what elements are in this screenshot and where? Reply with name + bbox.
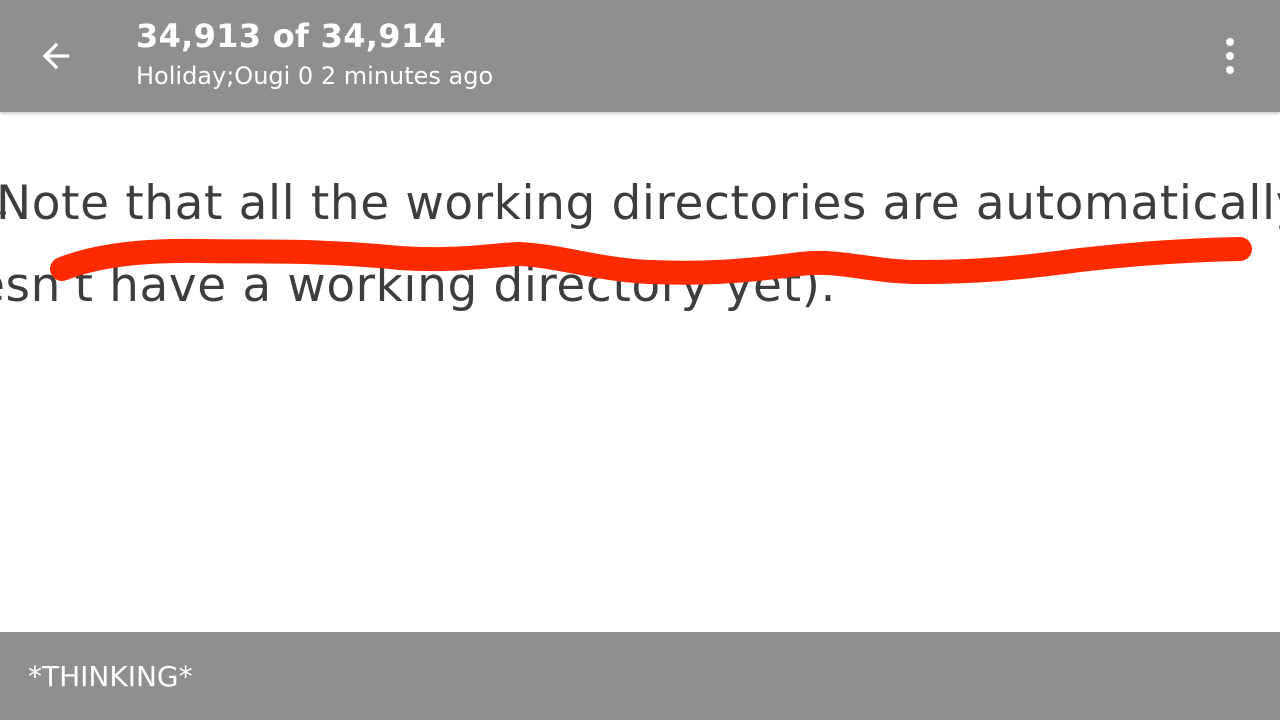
- page-subtitle: Holiday;Ougi 0 2 minutes ago: [136, 62, 494, 90]
- top-app-bar: 34,913 of 34,914 Holiday;Ougi 0 2 minute…: [0, 0, 1280, 112]
- text-line-1: Note that all the working directories ar…: [0, 176, 1280, 231]
- arrow-left-icon: [42, 42, 70, 70]
- image-caption: *THINKING*: [28, 660, 193, 693]
- caption-bar: *THINKING*: [0, 632, 1280, 720]
- image-content[interactable]: Note that all the working directories ar…: [0, 112, 1280, 632]
- overflow-menu-button[interactable]: [1200, 26, 1260, 86]
- text-line-2: esn't have a working directory yet).: [0, 258, 837, 313]
- image-viewer: 34,913 of 34,914 Holiday;Ougi 0 2 minute…: [0, 0, 1280, 720]
- title-block: 34,913 of 34,914 Holiday;Ougi 0 2 minute…: [136, 14, 493, 94]
- more-vertical-icon: [1226, 38, 1234, 74]
- back-button[interactable]: [22, 22, 90, 90]
- page-title: 34,913 of 34,914: [136, 17, 446, 55]
